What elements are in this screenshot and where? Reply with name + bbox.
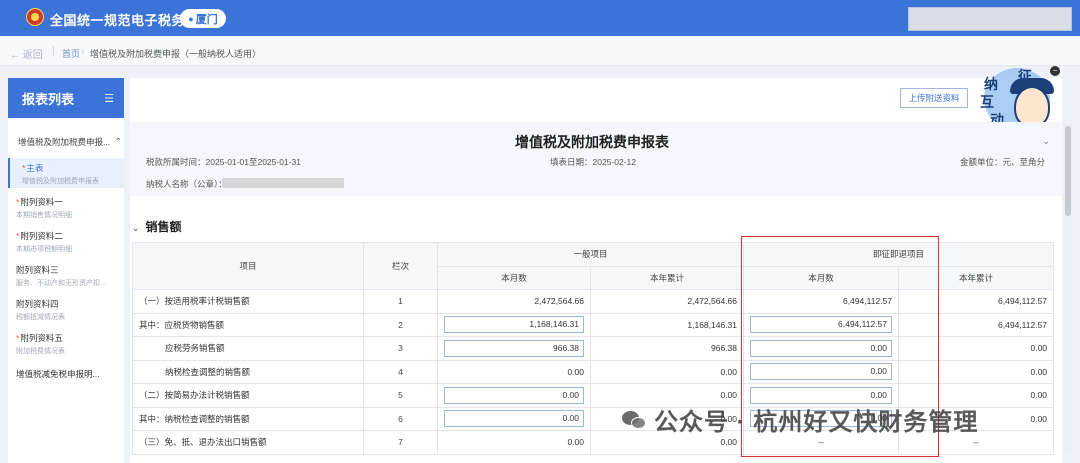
row-label: 其中：应税货物销售额 (132, 312, 364, 337)
row-label: 应税劳务销售额 (132, 336, 364, 361)
mascot-char: 纳 (984, 76, 998, 92)
watermark-text: 公众号 · 杭州好又快财务管理 (654, 409, 979, 436)
mascot-char: 征 (1018, 68, 1032, 84)
user-info-redacted[interactable] (908, 7, 1072, 31)
row-label: 纳税检查调整的销售额 (132, 359, 364, 384)
sidebar-header: 报表列表 ☰ (8, 78, 124, 118)
sidebar-item-sub: 服务、不动产和无形资产扣... (16, 280, 106, 287)
header-column-no: 栏次 (363, 242, 438, 290)
section-sales-title[interactable]: ⌄ 销售额 (132, 218, 182, 235)
sidebar-item-schedule-1[interactable]: *附列资料一 本期销售情况明细 (16, 196, 124, 220)
general-month-cell: 0.00 (437, 430, 591, 455)
taxpayer-name-redacted (222, 178, 344, 188)
chevron-down-icon: ⌄ (132, 223, 140, 233)
upload-attachment-button[interactable]: 上传附送资料 (900, 88, 968, 108)
sidebar-item-sub: 增值税及附加税费申报表 (22, 178, 99, 185)
sidebar-group-label: 增值税及附加税费申报... (18, 137, 111, 147)
chevron-right-icon: › (81, 46, 85, 57)
sidebar-item-sub: 本期销售情况明细 (16, 212, 72, 219)
header-general-month: 本月数 (437, 265, 591, 290)
row-label: （二）按简易办法计税销售额 (132, 383, 364, 408)
sidebar-item-label: 附列资料五 (20, 333, 63, 343)
sidebar-item-sub: 附加税费情况表 (16, 348, 65, 355)
sidebar-group-vat[interactable]: 增值税及附加税费申报... ⌃ (18, 136, 122, 148)
form-title: 增值税及附加税费申报表 (515, 134, 669, 150)
amount-input[interactable]: 0.00 (444, 410, 584, 428)
amount-input[interactable]: 966.38 (444, 339, 584, 357)
city-label: 厦门 (195, 13, 218, 26)
sidebar-item-schedule-2[interactable]: *附列资料二 本期进项税额明细 (16, 230, 124, 254)
report-list-sidebar: 报表列表 ☰ 增值税及附加税费申报... ⌃ *主表 增值税及附加税费申报表 *… (8, 78, 124, 463)
general-month-cell[interactable]: 0.00 (437, 406, 591, 431)
breadcrumb-home-link[interactable]: 首页 (62, 47, 80, 60)
required-marker: * (16, 231, 20, 241)
amount-input[interactable]: 0.00 (444, 386, 584, 404)
national-emblem-icon (26, 8, 44, 26)
row-column-no: 3 (363, 336, 438, 361)
general-ytd-cell: 2,472,564.66 (589, 289, 745, 314)
row-column-no: 2 (363, 312, 438, 337)
form-header: 增值税及附加税费申报表 ⌄ 税款所属时间：2025-01-01至2025-01-… (130, 122, 1062, 196)
sidebar-title: 报表列表 (22, 91, 75, 107)
general-month-cell: 2,472,564.66 (437, 289, 591, 314)
amount-unit: 金额单位：元、至角分 (960, 157, 1046, 167)
sidebar-item-schedule-4[interactable]: 附列资料四 税额抵减情况表 (16, 298, 124, 322)
header-general-ytd: 本年累计 (589, 265, 745, 290)
sidebar-item-label: 附列资料二 (20, 231, 63, 241)
row-column-no: 1 (363, 289, 438, 314)
sidebar-item-label: 附列资料一 (20, 197, 63, 207)
row-label: （一）按适用税率计税销售额 (132, 289, 364, 314)
sidebar-item-sub: 本期进项税额明细 (16, 246, 72, 253)
watermark: 公众号 · 杭州好又快财务管理 (622, 402, 978, 437)
sidebar-item-label: 主表 (26, 163, 44, 173)
general-month-cell[interactable]: 1,168,146.31 (437, 312, 591, 337)
general-month-cell: 0.00 (437, 359, 591, 384)
general-ytd-cell: 966.38 (589, 336, 745, 361)
general-ytd-cell: 0.00 (589, 359, 745, 384)
scrollbar-thumb[interactable] (1065, 126, 1071, 216)
row-label: （三）免、抵、退办法出口销售额 (132, 430, 364, 455)
collapse-menu-icon[interactable]: ☰ (104, 92, 114, 105)
sidebar-item-schedule-3[interactable]: 附列资料三 服务、不动产和无形资产扣... (16, 264, 124, 288)
row-column-no: 6 (363, 406, 438, 431)
app-title: 全国统一规范电子税务局 (50, 13, 199, 28)
breadcrumb: ← 返回 | 首页 › 增值税及附加税费申报（一般纳税人适用） (0, 36, 1080, 66)
back-label: 返回 (22, 50, 43, 61)
wechat-icon (622, 409, 648, 431)
breadcrumb-divider: | (52, 46, 55, 57)
section-title-text: 销售额 (145, 220, 182, 234)
city-selector[interactable]: ● 厦门 (180, 9, 226, 28)
sidebar-item-label: 附列资料三 (16, 265, 59, 275)
general-ytd-cell: 1,168,146.31 (589, 312, 745, 337)
general-month-cell[interactable]: 0.00 (437, 383, 591, 408)
amount-input[interactable]: 1,168,146.31 (444, 316, 584, 334)
header-general: 一般项目 (436, 242, 745, 267)
breadcrumb-current: 增值税及附加税费申报（一般纳税人适用） (90, 49, 262, 59)
sidebar-item-sub: 税额抵减情况表 (16, 314, 65, 321)
chevron-up-icon: ⌃ (114, 136, 122, 146)
taxpayer-name-label: 纳税人名称（公章）： (146, 179, 227, 189)
row-column-no: 5 (363, 383, 438, 408)
row-column-no: 4 (363, 359, 438, 384)
sidebar-item-label: 增值税减免税申报明... (16, 369, 100, 379)
back-link[interactable]: ← 返回 (10, 46, 43, 61)
top-header: 全国统一规范电子税务局 ● 厦门 (0, 0, 1080, 36)
required-marker: * (16, 197, 20, 207)
close-icon[interactable]: − (1050, 66, 1060, 76)
sidebar-item-vat-exemption[interactable]: 增值税减免税申报明... (16, 368, 124, 380)
required-marker: * (22, 163, 26, 173)
sidebar-item-main-table[interactable]: *主表 增值税及附加税费申报表 (8, 158, 124, 188)
sidebar-item-schedule-5[interactable]: *附列资料五 附加税费情况表 (16, 332, 124, 356)
sidebar-item-label: 附列资料四 (16, 299, 59, 309)
row-column-no: 7 (363, 430, 438, 455)
header-item: 项目 (132, 242, 364, 290)
location-pin-icon: ● (188, 13, 194, 24)
row-label: 其中：纳税检查调整的销售额 (132, 406, 364, 431)
fill-date: 填表日期：2025-02-12 (550, 157, 636, 167)
required-marker: * (16, 333, 20, 343)
mascot-char: 互 (980, 94, 994, 110)
general-month-cell[interactable]: 966.38 (437, 336, 591, 361)
tax-period: 税款所属时间：2025-01-01至2025-01-31 (146, 157, 301, 167)
chevron-down-icon[interactable]: ⌄ (1042, 136, 1050, 147)
